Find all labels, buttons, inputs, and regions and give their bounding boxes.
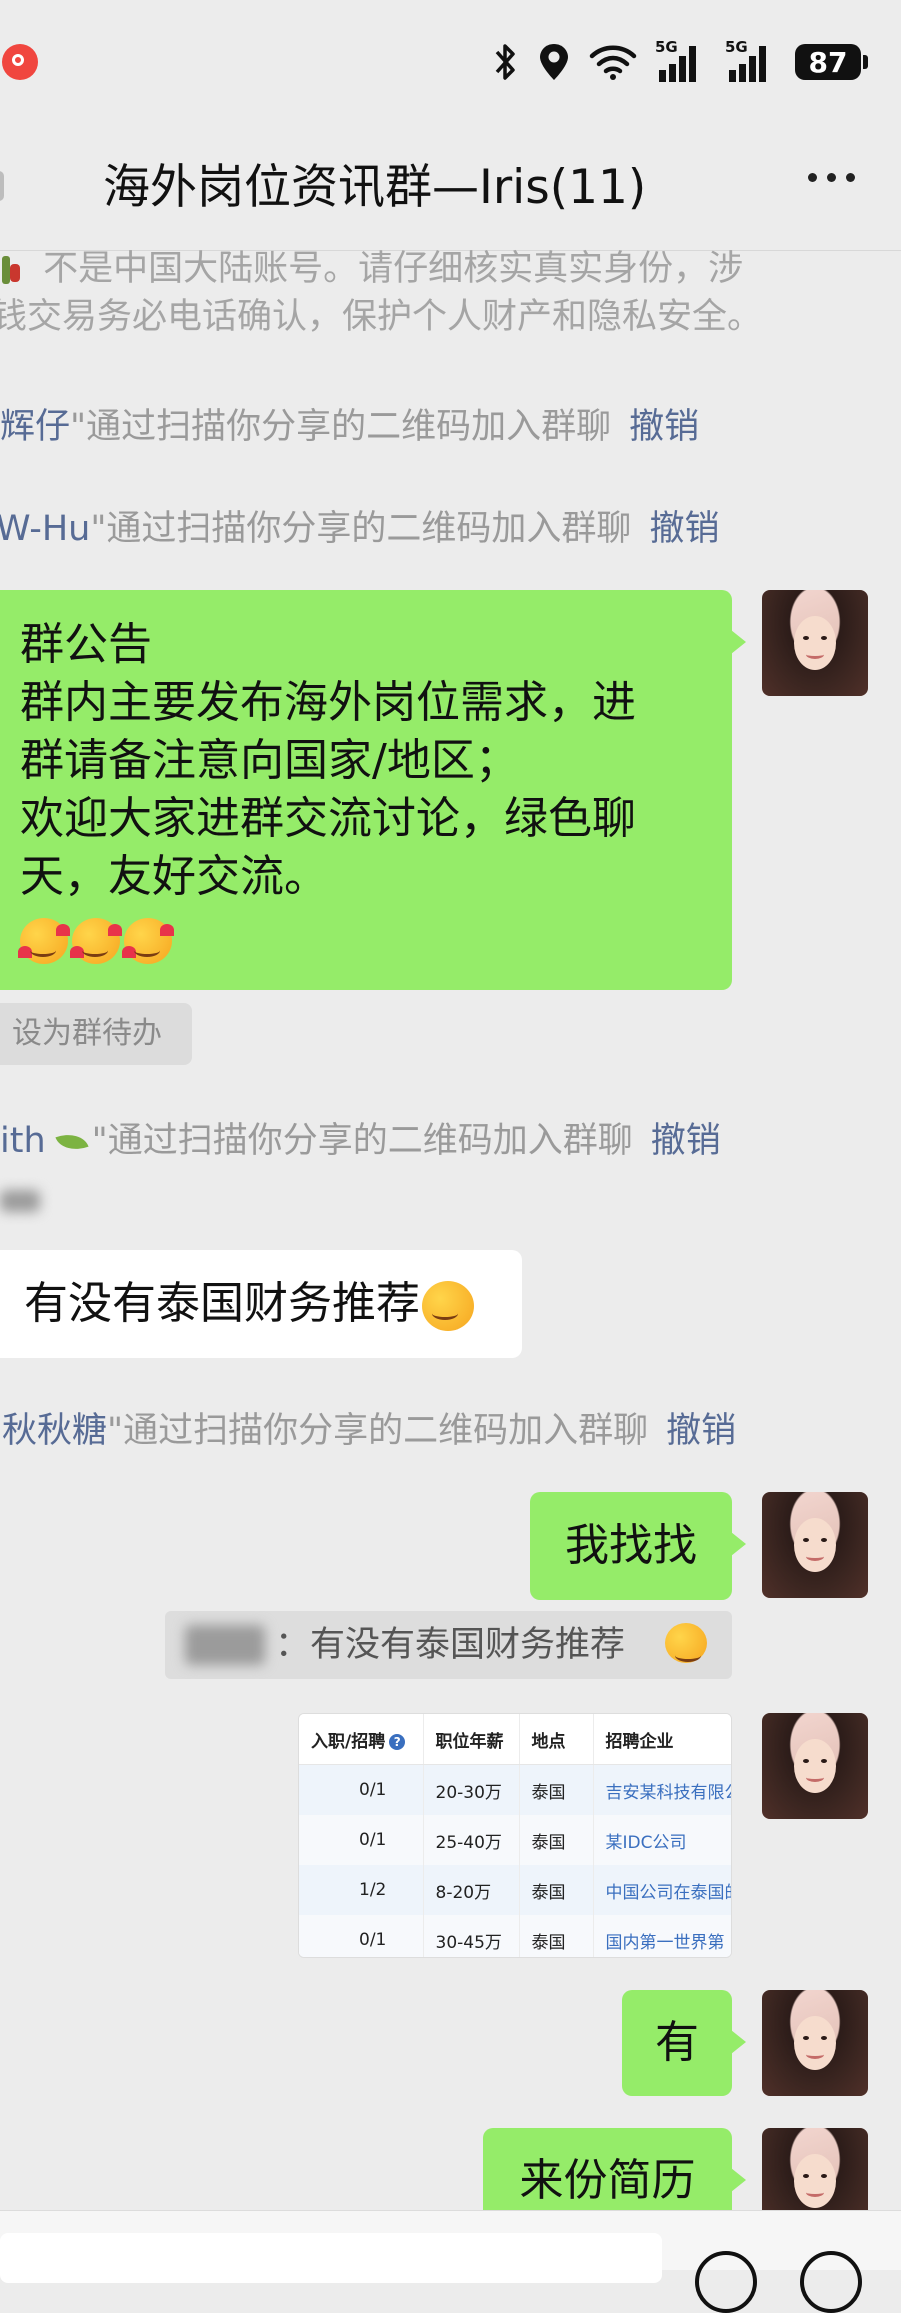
system-message: 辉仔"通过扫描你分享的二维码加入群聊 撤销	[0, 398, 699, 449]
join-text: "通过扫描你分享的二维码加入群聊	[90, 509, 632, 549]
join-text: "通过扫描你分享的二维码加入群聊	[91, 1121, 633, 1161]
battery-level: 87	[808, 45, 848, 79]
self-avatar[interactable]	[762, 1990, 868, 2096]
table-cell: 吉安某科技有限公	[593, 1764, 731, 1815]
more-options-icon[interactable]	[808, 173, 855, 182]
image-message-table[interactable]: 入职/招聘? 职位年薪 地点 招聘企业 0/1 20-30万 泰国 吉安某科技有…	[298, 1713, 732, 1958]
battery-icon: 87	[795, 44, 868, 80]
bluetooth-icon	[495, 44, 515, 80]
quoted-text: ：有没有泰国财务推荐	[275, 1625, 626, 1665]
self-avatar[interactable]	[762, 1492, 868, 1598]
announcement-line: 群内主要发布海外岗位需求，进	[20, 677, 636, 728]
table-cell: 0/1	[299, 1915, 424, 1957]
announcement-heading: 群公告	[20, 619, 152, 670]
table-cell: 泰国	[519, 1815, 594, 1865]
notification-icon	[2, 44, 38, 80]
self-avatar[interactable]	[762, 590, 868, 696]
member-name[interactable]: 秋秋糖	[2, 1411, 107, 1451]
outgoing-message-bubble[interactable]: 有	[622, 1990, 746, 2096]
table-cell: 0/1	[299, 1764, 424, 1815]
wifi-icon	[589, 45, 637, 80]
table-row: 0/1 20-30万 泰国 吉安某科技有限公	[299, 1764, 731, 1815]
table-cell: 1/2	[299, 1865, 424, 1915]
revoke-link[interactable]: 撤销	[649, 509, 719, 549]
smiling-face-with-hearts-icon	[18, 918, 70, 964]
message-text: 我找找	[565, 1520, 697, 1571]
network-type-label: 5G	[725, 38, 748, 56]
warning-line-1: 不是中国大陆账号。请仔细核实真实身份，涉	[43, 249, 744, 289]
table-cell: 泰国	[519, 1865, 594, 1915]
face-with-hand-over-mouth-icon	[422, 1281, 474, 1331]
message-input[interactable]	[0, 2233, 662, 2283]
table-header: 职位年薪	[423, 1714, 520, 1765]
system-message: 秋秋糖"通过扫描你分享的二维码加入群聊 撤销	[2, 1402, 736, 1453]
table-cell: 某IDC公司	[593, 1815, 731, 1865]
table-row: 0/1 30-45万 泰国 国内第一世界第	[299, 1915, 731, 1957]
input-bar	[0, 2210, 901, 2313]
outgoing-message-bubble[interactable]: 我找找	[530, 1492, 746, 1600]
leaf-icon	[55, 1127, 89, 1157]
message-text: 来份简历	[519, 2155, 696, 2206]
message-text: 有	[655, 2017, 699, 2068]
signal-icon: 5G	[725, 38, 777, 82]
table-cell: 泰国	[519, 1764, 594, 1815]
announcement-bubble[interactable]: 群公告 群内主要发布海外岗位需求，进 群请备注意向国家/地区； 欢迎大家进群交流…	[0, 590, 746, 990]
table-row: 1/2 8-20万 泰国 中国公司在泰国的	[299, 1865, 731, 1915]
table-cell: 国内第一世界第	[593, 1915, 731, 1957]
table-header-row: 入职/招聘? 职位年薪 地点 招聘企业	[299, 1714, 731, 1765]
smiling-face-with-hearts-icon	[70, 918, 122, 964]
table-row: 0/1 25-40万 泰国 某IDC公司	[299, 1815, 731, 1865]
chat-title: 海外岗位资讯群—Iris(11)	[103, 160, 647, 215]
announcement-line: 群请备注意向国家/地区；	[20, 735, 519, 786]
back-icon[interactable]	[0, 171, 4, 201]
table-cell: 泰国	[519, 1915, 594, 1957]
chat-header: 海外岗位资讯群—Iris(11)	[0, 125, 901, 251]
smiling-face-with-hearts-icon	[122, 918, 174, 964]
network-type-label: 5G	[655, 38, 678, 56]
self-avatar[interactable]	[762, 1713, 868, 1819]
table-cell: 8-20万	[423, 1865, 520, 1915]
announcement-line: 天，友好交流。	[20, 851, 328, 902]
table-header: 招聘企业	[593, 1714, 731, 1765]
sender-name-blurred	[0, 1190, 40, 1212]
table-header: 入职/招聘?	[299, 1714, 424, 1765]
table-cell: 25-40万	[423, 1815, 520, 1865]
revoke-link[interactable]: 撤销	[666, 1411, 736, 1451]
status-bar: 5G 5G 87	[0, 0, 901, 125]
set-group-todo-button[interactable]: 设为群待办	[0, 1003, 192, 1065]
emoji-row	[18, 910, 732, 968]
incoming-message-bubble[interactable]: 有没有泰国财务推荐	[0, 1250, 522, 1358]
warning-icon	[0, 254, 22, 286]
join-text: "通过扫描你分享的二维码加入群聊	[107, 1411, 649, 1451]
message-text: 有没有泰国财务推荐	[24, 1278, 420, 1329]
table-cell: 20-30万	[423, 1764, 520, 1815]
member-name[interactable]: W-Hu	[0, 509, 90, 549]
revoke-link[interactable]: 撤销	[651, 1121, 721, 1161]
recruitment-table: 入职/招聘? 职位年薪 地点 招聘企业 0/1 20-30万 泰国 吉安某科技有…	[299, 1714, 731, 1957]
table-cell: 30-45万	[423, 1915, 520, 1957]
join-text: "通过扫描你分享的二维码加入群聊	[70, 407, 612, 447]
member-name[interactable]: ith	[0, 1121, 46, 1161]
member-name[interactable]: 辉仔	[0, 407, 70, 447]
system-message: W-Hu"通过扫描你分享的二维码加入群聊 撤销	[0, 500, 719, 551]
help-icon: ?	[389, 1733, 406, 1750]
quoted-sender-blurred	[185, 1625, 265, 1665]
signal-icon: 5G	[655, 38, 707, 82]
table-header: 地点	[519, 1714, 594, 1765]
face-with-hand-over-mouth-icon	[665, 1623, 707, 1663]
add-button-icon[interactable]	[800, 2251, 862, 2313]
table-cell: 中国公司在泰国的	[593, 1865, 731, 1915]
emoji-button-icon[interactable]	[695, 2251, 757, 2313]
revoke-link[interactable]: 撤销	[629, 407, 699, 447]
quoted-message[interactable]: ：有没有泰国财务推荐	[165, 1611, 732, 1679]
location-icon	[540, 44, 568, 80]
announcement-line: 欢迎大家进群交流讨论，绿色聊	[20, 793, 636, 844]
safety-warning: 不是中国大陆账号。请仔细核实真实身份，涉 钱交易务必电话确认，保护个人财产和隐私…	[0, 245, 762, 341]
system-message: ith "通过扫描你分享的二维码加入群聊 撤销	[0, 1112, 721, 1163]
warning-line-2: 钱交易务必电话确认，保护个人财产和隐私安全。	[0, 297, 763, 337]
table-cell: 0/1	[299, 1815, 424, 1865]
status-icons: 5G 5G 87	[493, 38, 868, 86]
